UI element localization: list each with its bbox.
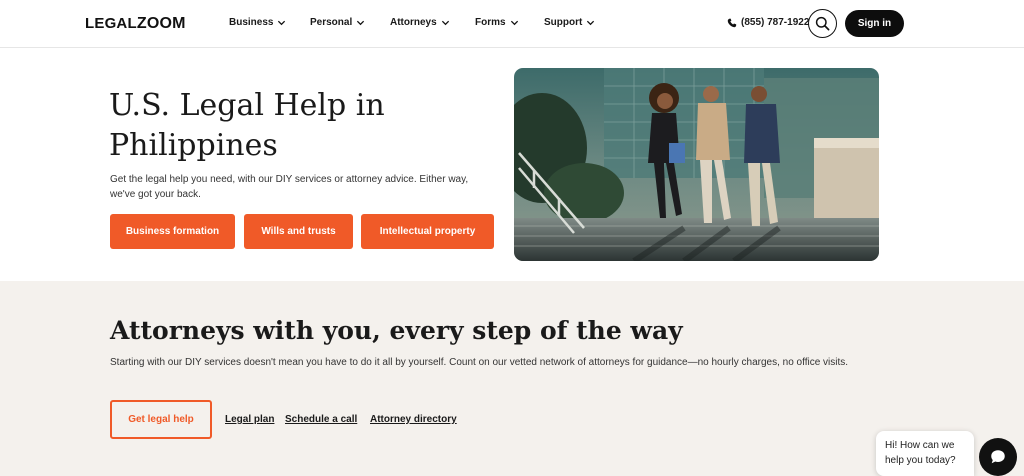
phone-icon [727, 18, 737, 27]
intellectual-property-button[interactable]: Intellectual property [361, 214, 494, 249]
legal-plan-link[interactable]: Legal plan [225, 414, 274, 425]
chevron-down-icon [278, 20, 286, 26]
search-icon [815, 16, 830, 31]
page-title-line2: Philippines [109, 128, 278, 163]
hero-photo [514, 68, 879, 261]
phone-link[interactable]: (855) 787-1922 [727, 17, 809, 28]
page-title-line1: U.S. Legal Help in [109, 88, 385, 123]
nav-support[interactable]: Support [544, 17, 595, 28]
attorneys-section-title: Attorneys with you, every step of the wa… [110, 316, 683, 345]
chevron-down-icon [441, 20, 449, 26]
chevron-down-icon [587, 20, 595, 26]
nav-personal[interactable]: Personal [310, 17, 365, 28]
chat-icon [991, 450, 1005, 464]
nav-forms[interactable]: Forms [475, 17, 519, 28]
search-button[interactable] [808, 9, 837, 38]
get-legal-help-button[interactable]: Get legal help [110, 400, 212, 439]
legalzoom-logo[interactable]: LEGALZOOM [85, 15, 186, 33]
nav-attorneys[interactable]: Attorneys [390, 17, 450, 28]
chevron-down-icon [357, 20, 365, 26]
sign-in-button[interactable]: Sign in [845, 10, 904, 37]
attorneys-section [0, 281, 1024, 476]
attorney-directory-link[interactable]: Attorney directory [370, 414, 457, 425]
site-header: LEGALZOOM Business Personal Attorneys Fo… [0, 0, 1024, 48]
business-formation-button[interactable]: Business formation [110, 214, 235, 249]
people-walking-illustration [514, 68, 879, 261]
attorneys-section-subtitle: Starting with our DIY services doesn't m… [110, 357, 849, 368]
wills-and-trusts-button[interactable]: Wills and trusts [244, 214, 353, 249]
schedule-a-call-link[interactable]: Schedule a call [285, 414, 357, 425]
chat-greeting-line2: help you today? [885, 455, 956, 466]
hero-subtitle: Get the legal help you need, with our DI… [110, 174, 469, 200]
chat-greeting-line1: Hi! How can we [885, 440, 955, 451]
page-title: U.S. Legal Help in Philippines [109, 86, 489, 166]
chat-greeting-bubble[interactable]: Hi! How can we help you today? [876, 431, 974, 476]
nav-business[interactable]: Business [229, 17, 286, 28]
chat-open-button[interactable] [979, 438, 1017, 476]
chevron-down-icon [510, 20, 518, 26]
